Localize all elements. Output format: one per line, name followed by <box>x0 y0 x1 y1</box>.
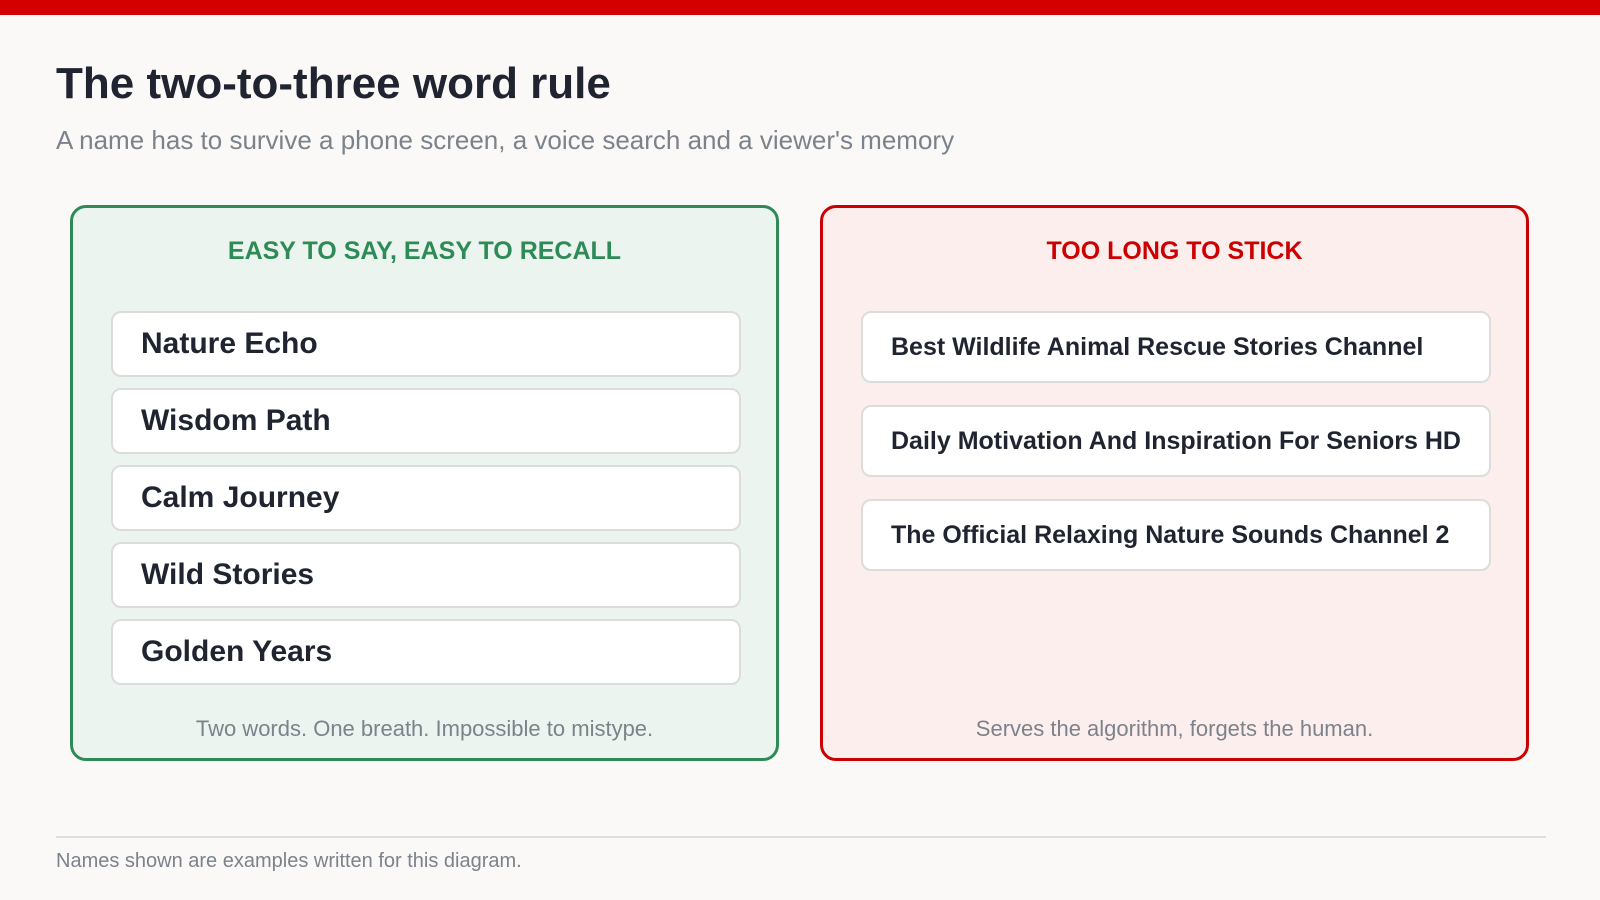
bad-panel-caption: Serves the algorithm, forgets the human. <box>975 716 1374 741</box>
bad-name-card: Daily Motivation And Inspiration For Sen… <box>861 405 1491 477</box>
page-subtitle: A name has to survive a phone screen, a … <box>56 125 955 155</box>
good-name-card: Nature Echo <box>111 311 741 377</box>
top-accent-bar <box>0 0 1600 15</box>
page-title: The two-to-three word rule <box>56 59 611 108</box>
good-panel-caption: Two words. One breath. Impossible to mis… <box>195 716 654 741</box>
bad-panel-heading: TOO LONG TO STICK <box>1046 237 1303 265</box>
good-name-list: Nature Echo Wisdom Path Calm Journey Wil… <box>111 311 741 685</box>
footnote: Names shown are examples written for thi… <box>56 850 522 872</box>
good-names-panel: EASY TO SAY, EASY TO RECALL Nature Echo … <box>70 205 779 761</box>
bad-name-card: Best Wildlife Animal Rescue Stories Chan… <box>861 311 1491 383</box>
footer-divider <box>56 836 1546 838</box>
bad-name-card: The Official Relaxing Nature Sounds Chan… <box>861 499 1491 571</box>
good-panel-heading: EASY TO SAY, EASY TO RECALL <box>227 237 622 265</box>
good-name-card: Wild Stories <box>111 542 741 608</box>
bad-name-list: Best Wildlife Animal Rescue Stories Chan… <box>861 311 1491 571</box>
good-name-card: Golden Years <box>111 619 741 685</box>
good-name-card: Wisdom Path <box>111 388 741 454</box>
bad-names-panel: TOO LONG TO STICK Best Wildlife Animal R… <box>820 205 1529 761</box>
good-name-card: Calm Journey <box>111 465 741 531</box>
